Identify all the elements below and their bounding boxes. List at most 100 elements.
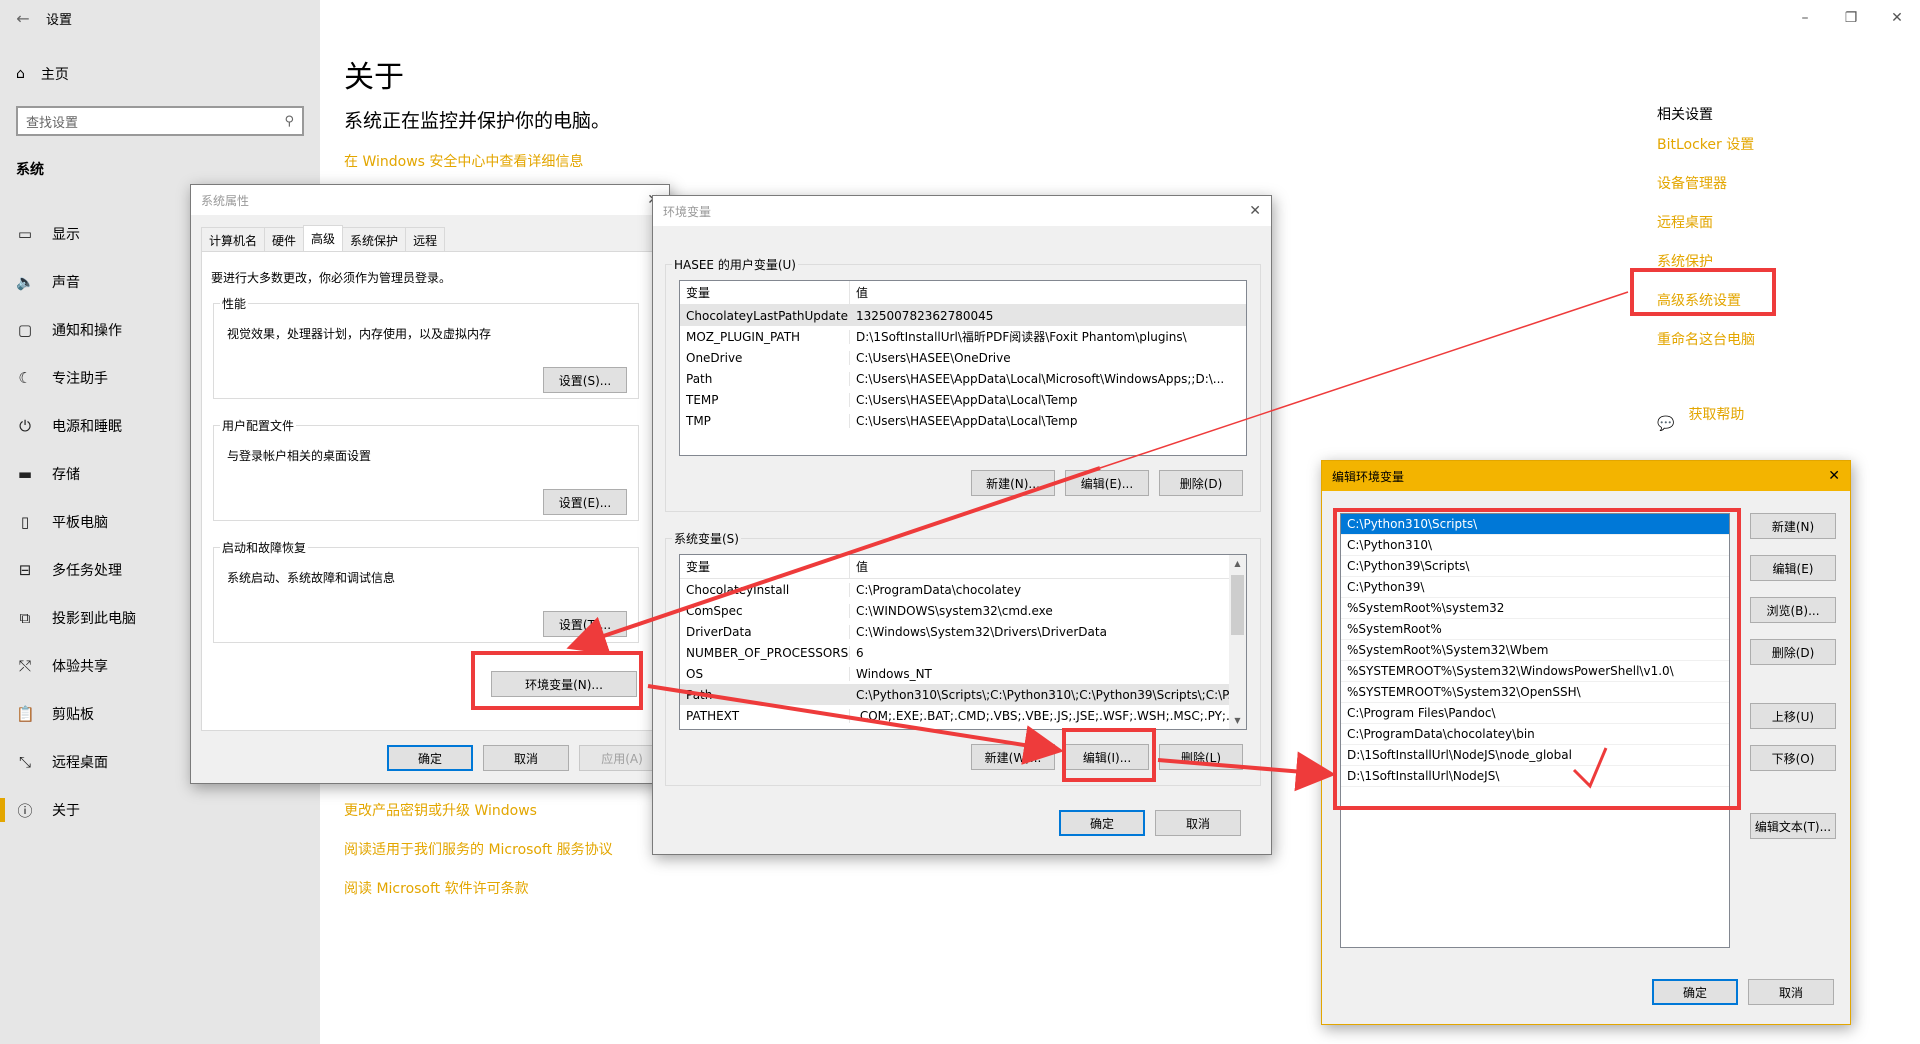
tablet-icon: ▯ — [20, 513, 30, 531]
system-delete-button[interactable]: 删除(L) — [1159, 744, 1243, 770]
variable-value: 132500782362780045 — [856, 308, 994, 323]
share-icon: ⤲ — [18, 657, 31, 675]
service-agreement-link[interactable]: 阅读适用于我们服务的 Microsoft 服务协议 — [344, 839, 613, 878]
editenv-cancel-button[interactable]: 取消 — [1748, 979, 1834, 1005]
highlight-advanced-settings — [1630, 268, 1776, 316]
remote-desktop-link[interactable]: 远程桌面 — [1657, 212, 1755, 251]
user-variables-table[interactable]: 变量 值 ChocolateyLastPathUpdate 13250078236… — [679, 280, 1247, 456]
user-edit-button[interactable]: 编辑(E)... — [1065, 470, 1149, 496]
minimize-icon[interactable]: – — [1782, 0, 1828, 36]
table-row[interactable]: TEMP C:\Users\HASEE\AppData\Local\Temp — [680, 389, 1246, 410]
scroll-thumb[interactable] — [1231, 575, 1244, 635]
variable-value: C:\Users\HASEE\AppData\Local\Temp — [856, 413, 1078, 428]
sidebar-item-label: 投影到此电脑 — [52, 611, 136, 627]
device-manager-link[interactable]: 设备管理器 — [1657, 173, 1755, 212]
upgrade-windows-link[interactable]: 更改产品密钥或升级 Windows — [344, 800, 613, 839]
home-icon: ⌂ — [16, 66, 25, 82]
nav-home[interactable]: ⌂ 主页 — [16, 64, 69, 84]
security-center-link[interactable]: 在 Windows 安全中心中查看详细信息 — [344, 151, 583, 171]
scroll-up-icon[interactable]: ▲ — [1229, 555, 1246, 572]
close-icon[interactable]: ✕ — [1874, 0, 1920, 36]
close-icon[interactable]: ✕ — [1828, 468, 1840, 484]
table-row[interactable]: MOZ_PLUGIN_PATH D:\1SoftInstallUrl\福昕PDF阅… — [680, 326, 1246, 347]
table-row[interactable]: OS Windows_NT — [680, 663, 1229, 684]
tab-advanced[interactable]: 高级 — [303, 225, 344, 253]
col-value[interactable]: 值 — [850, 558, 1229, 575]
new-entry-button[interactable]: 新建(N) — [1750, 513, 1836, 539]
user-delete-button[interactable]: 删除(D) — [1159, 470, 1243, 496]
user-new-button[interactable]: 新建(N)... — [971, 470, 1055, 496]
info-icon: ⓘ — [17, 801, 33, 820]
table-row[interactable]: OneDrive C:\Users\HASEE\OneDrive — [680, 347, 1246, 368]
sysprop-cancel-button[interactable]: 取消 — [483, 745, 569, 771]
sidebar-item-12[interactable]: ⓘ 关于 — [0, 786, 320, 834]
system-new-button[interactable]: 新建(W)... — [971, 744, 1055, 770]
move-down-button[interactable]: 下移(O) — [1750, 745, 1836, 771]
table-row[interactable]: DriverData C:\Windows\System32\Drivers\Dr… — [680, 621, 1229, 642]
settings-window-title: 设置 — [46, 12, 73, 28]
sidebar-item-label: 关于 — [52, 803, 80, 819]
close-icon[interactable]: ✕ — [1249, 203, 1261, 219]
browse-button[interactable]: 浏览(B)... — [1750, 597, 1836, 623]
move-up-button[interactable]: 上移(U) — [1750, 703, 1836, 729]
table-row[interactable]: TMP C:\Users\HASEE\AppData\Local\Temp — [680, 410, 1246, 431]
section-label: 系统 — [16, 162, 44, 178]
scroll-down-icon[interactable]: ▼ — [1229, 712, 1246, 729]
variable-name: TEMP — [680, 392, 850, 407]
search-placeholder: 查找设置 — [26, 115, 79, 131]
edit-text-button[interactable]: 编辑文本(T)... — [1750, 813, 1836, 839]
sidebar-item-label: 体验共享 — [52, 659, 108, 675]
maximize-icon[interactable]: ❐ — [1828, 0, 1874, 36]
col-variable[interactable]: 变量 — [680, 555, 850, 579]
monitor-icon: ▭ — [17, 225, 33, 243]
page-title: 关于 — [344, 60, 404, 95]
rename-pc-link[interactable]: 重命名这台电脑 — [1657, 329, 1755, 368]
table-row[interactable]: ChocolateyLastPathUpdate 1325007823627800… — [680, 305, 1246, 326]
sysprop-ok-button[interactable]: 确定 — [387, 745, 473, 771]
variable-value: 6 — [856, 645, 864, 660]
variable-value: C:\ProgramData\chocolatey — [856, 582, 1022, 597]
get-help[interactable]: 💬 获取帮助 — [1657, 404, 1755, 443]
editenv-ok-button[interactable]: 确定 — [1652, 979, 1738, 1005]
col-variable[interactable]: 变量 — [680, 281, 850, 305]
delete-entry-button[interactable]: 删除(D) — [1750, 639, 1836, 665]
variable-name: ComSpec — [680, 603, 850, 618]
table-row[interactable]: PATHEXT .COM;.EXE;.BAT;.CMD;.VBS;.VBE;.JS… — [680, 705, 1229, 726]
performance-desc: 视觉效果，处理器计划，内存使用，以及虚拟内存 — [227, 327, 492, 341]
variable-name: OS — [680, 666, 850, 681]
table-row[interactable]: Path C:\Python310\Scripts\;C:\Python310\;… — [680, 684, 1229, 705]
table-row[interactable]: ChocolateyInstall C:\ProgramData\chocolat… — [680, 579, 1229, 600]
power-icon: ⏻ — [19, 417, 31, 435]
edit-entry-button[interactable]: 编辑(E) — [1750, 555, 1836, 581]
chat-help-icon: 💬 — [1657, 415, 1675, 432]
search-icon: ⚲ — [284, 113, 294, 129]
startup-settings-button[interactable]: 设置(T)... — [543, 611, 627, 637]
sidebar-item-label: 剪贴板 — [52, 707, 94, 723]
system-table-scrollbar[interactable]: ▲ ▼ — [1229, 555, 1246, 729]
remote-icon: ⤡ — [18, 753, 31, 771]
back-arrow-icon[interactable]: ← — [0, 9, 46, 28]
protection-status: 系统正在监控并保护你的电脑。 — [344, 110, 611, 132]
envvar-cancel-button[interactable]: 取消 — [1155, 810, 1241, 836]
user-rows: ChocolateyLastPathUpdate 1325007823627800… — [680, 305, 1246, 431]
settings-search-input[interactable]: 查找设置 ⚲ — [16, 106, 304, 136]
table-row[interactable]: ComSpec C:\WINDOWS\system32\cmd.exe — [680, 600, 1229, 621]
sysprop-title: 系统属性 — [201, 193, 250, 208]
col-value[interactable]: 值 — [850, 284, 1246, 301]
profile-legend: 用户配置文件 — [222, 419, 295, 433]
sidebar-item-label: 存储 — [52, 467, 80, 483]
variable-value: C:\Python310\Scripts\;C:\Python310\;C:\P… — [856, 687, 1229, 702]
license-terms-link[interactable]: 阅读 Microsoft 软件许可条款 — [344, 878, 613, 917]
profile-settings-button[interactable]: 设置(E)... — [543, 489, 627, 515]
table-row[interactable]: Path C:\Users\HASEE\AppData\Local\Microso… — [680, 368, 1246, 389]
system-variables-table[interactable]: 变量 值 ChocolateyInstall C:\ProgramData\cho… — [679, 554, 1247, 730]
envvar-titlebar: 环境变量 ✕ — [653, 196, 1271, 226]
envvar-ok-button[interactable]: 确定 — [1059, 810, 1145, 836]
performance-settings-button[interactable]: 设置(S)... — [543, 367, 627, 393]
variable-value: C:\Windows\System32\Drivers\DriverData — [856, 624, 1107, 639]
table-header: 变量 值 — [680, 281, 1246, 305]
get-help-link[interactable]: 获取帮助 — [1688, 404, 1744, 443]
bitlocker-link[interactable]: BitLocker 设置 — [1657, 134, 1755, 173]
bottom-links: 更改产品密钥或升级 Windows 阅读适用于我们服务的 Microsoft 服… — [344, 800, 613, 917]
table-row[interactable]: NUMBER_OF_PROCESSORS 6 — [680, 642, 1229, 663]
